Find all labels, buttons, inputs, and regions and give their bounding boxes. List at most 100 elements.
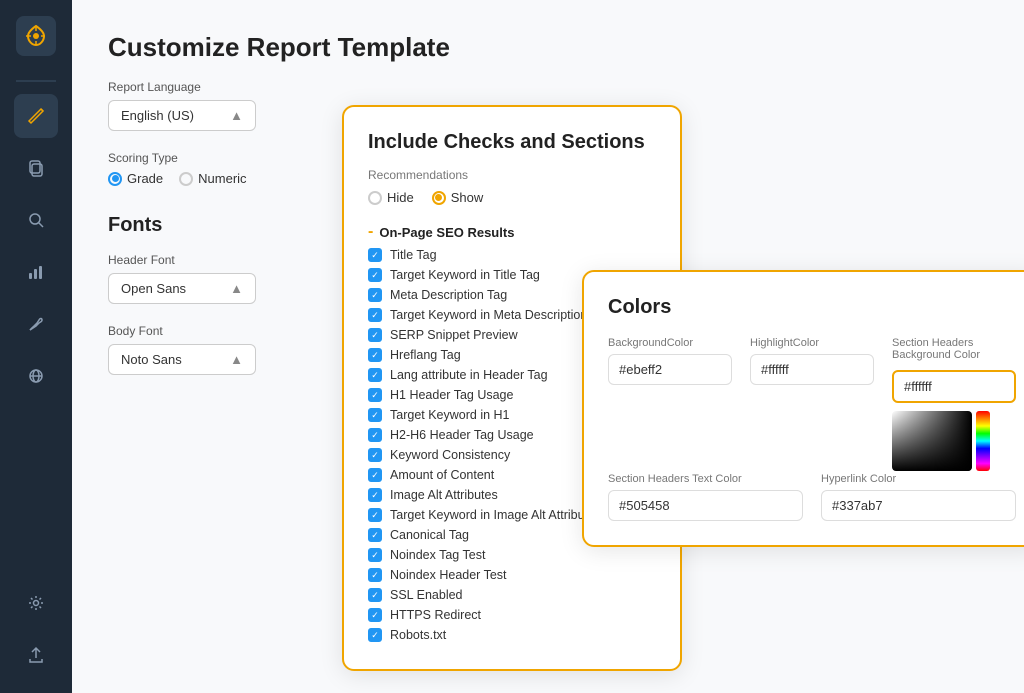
section-headers-bg-field: Section Headers Background Color [892,337,1016,471]
check-item-label: Meta Description Tag [390,288,507,302]
check-item-label: Robots.txt [390,628,446,642]
scoring-radio-group: Grade Numeric [108,171,328,186]
show-label: Show [451,190,484,205]
highlight-color-input[interactable] [750,354,874,385]
sidebar-item-globe[interactable] [14,354,58,398]
fonts-section-title: Fonts [108,214,328,237]
check-box-icon [368,348,382,362]
color-spectrum-bar[interactable] [976,411,990,471]
show-radio-dot [435,194,442,201]
sidebar-divider [16,80,56,82]
colors-card: Colors BackgroundColor HighlightColor Se… [582,270,1024,547]
color-gradient-box[interactable] [892,411,972,471]
list-item[interactable]: Noindex Tag Test [368,545,656,565]
report-language-select[interactable]: English (US) ▲ [108,100,256,131]
numeric-radio-indicator [179,172,193,186]
list-item[interactable]: Robots.txt [368,625,656,645]
check-item-label: Amount of Content [390,468,494,482]
checks-section-header-text: On-Page SEO Results [379,225,514,240]
check-box-icon [368,508,382,522]
list-item[interactable]: HTTPS Redirect [368,605,656,625]
header-font-select[interactable]: Open Sans ▲ [108,273,256,304]
bg-color-field: BackgroundColor [608,337,732,471]
check-item-label: SSL Enabled [390,588,463,602]
body-font-label: Body Font [108,324,328,338]
check-box-icon [368,428,382,442]
check-box-icon [368,368,382,382]
check-item-label: Target Keyword in Image Alt Attributes [390,508,601,522]
header-font-chevron-icon: ▲ [230,281,243,296]
check-box-icon [368,268,382,282]
check-box-icon [368,388,382,402]
checks-section-header: - On-Page SEO Results [368,219,656,245]
logo[interactable] [16,16,56,56]
hyperlink-label: Hyperlink Color [821,473,1016,485]
show-radio[interactable]: Show [432,190,484,205]
hide-show-radio-group: Hide Show [368,190,656,205]
hyperlink-color-input[interactable] [821,490,1016,521]
bg-color-label: BackgroundColor [608,337,732,349]
hide-radio[interactable]: Hide [368,190,414,205]
check-box-icon [368,528,382,542]
sidebar-item-search[interactable] [14,198,58,242]
grade-radio-dot [112,175,119,182]
check-box-icon [368,548,382,562]
section-headers-bg-label: Section Headers Background Color [892,337,1016,361]
grade-radio-indicator [108,172,122,186]
report-language-label: Report Language [108,80,328,94]
check-box-icon [368,568,382,582]
check-item-label: Noindex Header Test [390,568,507,582]
body-font-value: Noto Sans [121,352,182,367]
bg-color-input[interactable] [608,354,732,385]
check-box-icon [368,308,382,322]
scoring-section: Scoring Type Grade Numeric [108,151,328,186]
check-item-label: Image Alt Attributes [390,488,498,502]
colors-title: Colors [608,296,1016,319]
check-box-icon [368,608,382,622]
check-item-label: HTTPS Redirect [390,608,481,622]
sidebar-item-upload[interactable] [14,633,58,677]
scoring-type-label: Scoring Type [108,151,328,165]
sidebar [0,0,72,693]
hide-label: Hide [387,190,414,205]
section-headers-bg-input[interactable] [892,370,1016,403]
check-box-icon [368,328,382,342]
sidebar-item-tool[interactable] [14,302,58,346]
colors-grid: BackgroundColor HighlightColor Section H… [608,337,1016,471]
sidebar-item-chart[interactable] [14,250,58,294]
check-item-label: Target Keyword in Title Tag [390,268,540,282]
show-radio-indicator [432,191,446,205]
check-item-label: SERP Snippet Preview [390,328,518,342]
check-item-label: Target Keyword in Meta Description [390,308,587,322]
scoring-numeric-radio[interactable]: Numeric [179,171,246,186]
check-item-label: H1 Header Tag Usage [390,388,513,402]
checks-card-title: Include Checks and Sections [368,131,656,154]
body-font-chevron-icon: ▲ [230,352,243,367]
list-item[interactable]: SSL Enabled [368,585,656,605]
check-box-icon [368,468,382,482]
body-font-select[interactable]: Noto Sans ▲ [108,344,256,375]
list-item[interactable]: Title Tag [368,245,656,265]
sidebar-item-copy[interactable] [14,146,58,190]
check-box-icon [368,248,382,262]
hyperlink-color-field: Hyperlink Color [821,473,1016,521]
check-item-label: Target Keyword in H1 [390,408,510,422]
header-font-label: Header Font [108,253,328,267]
highlight-label: HighlightColor [750,337,874,349]
sidebar-item-edit[interactable] [14,94,58,138]
check-item-label: Keyword Consistency [390,448,510,462]
list-item[interactable]: Noindex Header Test [368,565,656,585]
scoring-grade-radio[interactable]: Grade [108,171,163,186]
section-dash-icon: - [368,223,373,241]
check-item-label: Title Tag [390,248,437,262]
check-item-label: Lang attribute in Header Tag [390,368,548,382]
page-title: Customize Report Template [108,32,988,63]
sidebar-item-settings[interactable] [14,581,58,625]
highlight-color-field: HighlightColor [750,337,874,471]
check-box-icon [368,408,382,422]
report-language-value: English (US) [121,108,194,123]
sidebar-bottom [14,581,58,677]
section-headers-text-input[interactable] [608,490,803,521]
colors-row2: Section Headers Text Color Hyperlink Col… [608,473,1016,521]
hide-radio-indicator [368,191,382,205]
